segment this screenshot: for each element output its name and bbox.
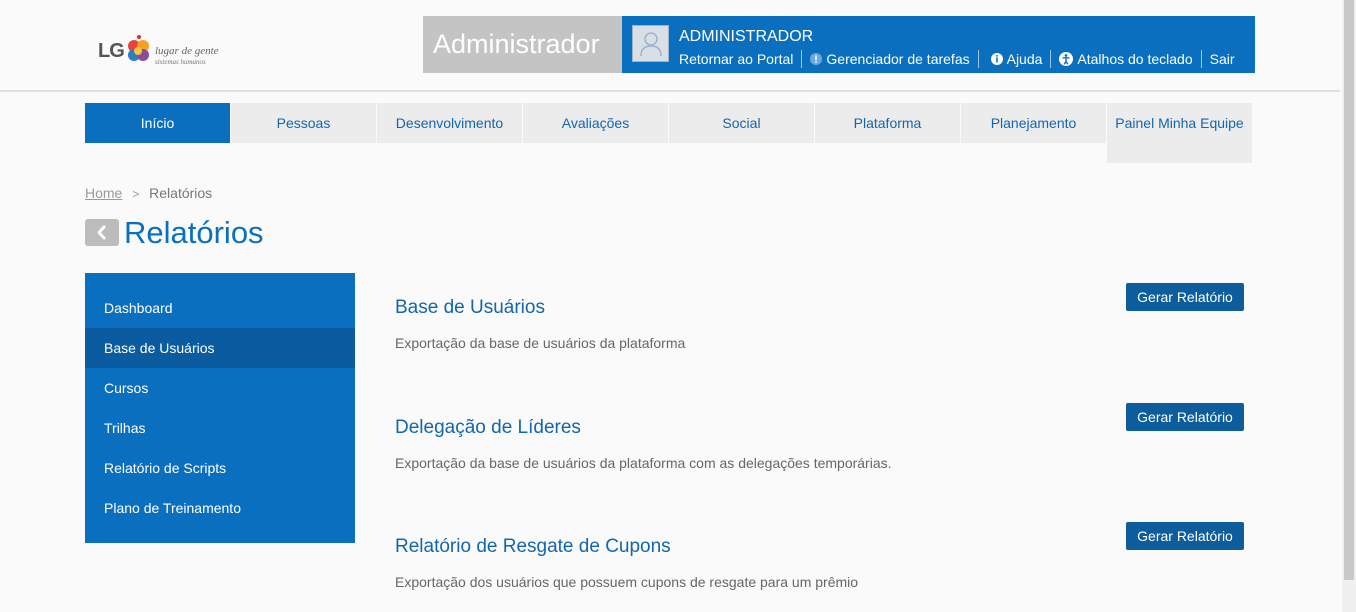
logo-lg-text: LG — [98, 40, 125, 62]
logout-link[interactable]: Sair — [1200, 50, 1243, 68]
generate-report-button[interactable]: Gerar Relatório — [1126, 403, 1244, 431]
role-label: Administrador — [423, 16, 622, 73]
main-nav: Início Pessoas Desenvolvimento Avaliaçõe… — [85, 103, 1253, 163]
report-description: Exportação da base de usuários da plataf… — [395, 335, 686, 351]
tab-plataforma[interactable]: Plataforma — [815, 103, 961, 143]
tab-painel-minha-equipe[interactable]: Painel Minha Equipe — [1107, 103, 1253, 163]
generate-report-button[interactable]: Gerar Relatório — [1126, 283, 1244, 311]
breadcrumb-separator: > — [132, 187, 140, 201]
task-manager-link[interactable]: Gerenciador de tarefas — [801, 50, 977, 68]
page-title: Relatórios — [124, 215, 264, 250]
sidebar-item-cursos[interactable]: Cursos — [85, 368, 355, 408]
sidebar: Dashboard Base de Usuários Cursos Trilha… — [85, 273, 355, 543]
accessibility-icon — [1059, 52, 1074, 66]
sidebar-item-plano-de-treinamento[interactable]: Plano de Treinamento — [85, 488, 355, 528]
report-delegacao-de-lideres: Delegação de Líderes Exportação da base … — [395, 403, 1255, 471]
breadcrumb-current: Relatórios — [149, 185, 213, 201]
user-links: Retornar ao Portal Gerenciador de tarefa… — [679, 50, 1243, 68]
logo-tagline: lugar de gente — [155, 45, 219, 57]
chevron-left-icon — [97, 225, 106, 240]
page-scrollbar[interactable] — [1342, 0, 1356, 612]
logo-subtagline: sistemas humanos — [155, 58, 206, 66]
tab-avaliacoes[interactable]: Avaliações — [523, 103, 669, 143]
generate-report-button[interactable]: Gerar Relatório — [1126, 522, 1244, 550]
tab-inicio[interactable]: Início — [85, 103, 231, 143]
user-name: ADMINISTRADOR — [679, 28, 814, 45]
sidebar-item-base-de-usuarios[interactable]: Base de Usuários — [85, 328, 355, 368]
sidebar-item-dashboard[interactable]: Dashboard — [85, 288, 355, 328]
top-header: LG lugar de gente sistemas humanos Admin… — [0, 0, 1340, 92]
back-button[interactable] — [85, 219, 119, 246]
report-description: Exportação da base de usuários da plataf… — [395, 455, 892, 471]
tab-pessoas[interactable]: Pessoas — [231, 103, 377, 143]
return-portal-link[interactable]: Retornar ao Portal — [679, 50, 801, 68]
report-description: Exportação dos usuários que possuem cupo… — [395, 574, 859, 590]
breadcrumb: Home > Relatórios — [85, 185, 212, 201]
report-base-de-usuarios: Base de Usuários Exportação da base de u… — [395, 283, 1255, 351]
report-resgate-de-cupons: Relatório de Resgate de Cupons Exportaçã… — [395, 522, 1255, 590]
sidebar-item-relatorio-de-scripts[interactable]: Relatório de Scripts — [85, 448, 355, 488]
lg-logo[interactable]: LG lugar de gente sistemas humanos — [98, 28, 238, 70]
tab-planejamento[interactable]: Planejamento — [961, 103, 1107, 143]
scrollbar-thumb[interactable] — [1344, 0, 1354, 580]
tab-social[interactable]: Social — [669, 103, 815, 143]
help-link[interactable]: Ajuda — [977, 50, 1051, 68]
logo-bubbles-icon — [128, 35, 149, 61]
breadcrumb-home-link[interactable]: Home — [85, 185, 122, 201]
keyboard-shortcuts-link[interactable]: Atalhos do teclado — [1050, 50, 1200, 68]
info-circle-icon — [810, 53, 823, 65]
sidebar-item-trilhas[interactable]: Trilhas — [85, 408, 355, 448]
tab-desenvolvimento[interactable]: Desenvolvimento — [377, 103, 523, 143]
avatar[interactable] — [632, 25, 669, 62]
user-silhouette-icon — [640, 32, 662, 57]
user-panel: ADMINISTRADOR Retornar ao Portal Gerenci… — [622, 16, 1255, 73]
info-icon — [990, 53, 1003, 65]
